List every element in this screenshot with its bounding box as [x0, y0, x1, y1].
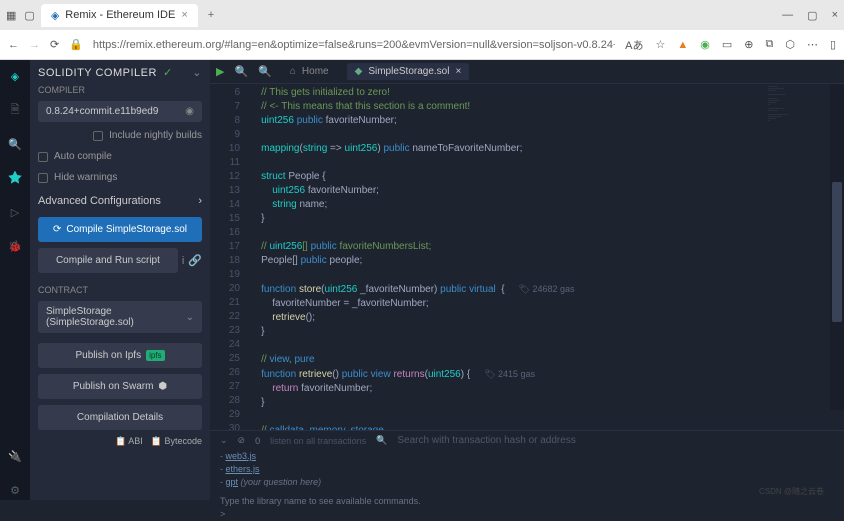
version-value: 0.8.24+commit.e11b9ed9	[46, 106, 158, 117]
browser-tab-strip: ▦ ▢ ◈ Remix - Ethereum IDE × + ― ▢ ×	[0, 0, 844, 30]
hide-warnings-checkbox[interactable]	[38, 173, 48, 183]
forward-icon[interactable]: →	[29, 39, 40, 51]
back-icon[interactable]: ←	[8, 39, 19, 51]
terminal-link[interactable]: gpt	[226, 477, 239, 487]
browser-nav-bar: ← → ⟳ 🔒 https://remix.ethereum.org/#lang…	[0, 30, 844, 60]
compiler-label: COMPILER	[38, 85, 202, 95]
plugin-icon[interactable]: 🔌	[5, 446, 25, 466]
chevron-down-icon: ⌄	[186, 312, 194, 323]
terminal-prompt[interactable]: >	[220, 508, 834, 521]
refresh-icon: ⟳	[53, 224, 61, 235]
hide-warnings-label: Hide warnings	[54, 172, 117, 183]
line-gutter: 6789101112131415161718192021222324252627…	[210, 84, 250, 430]
collections-icon[interactable]: ▢	[24, 9, 34, 22]
maximize-icon[interactable]: ▢	[807, 9, 817, 22]
compiler-icon[interactable]	[5, 168, 25, 188]
file-tab[interactable]: ◆ SimpleStorage.sol ×	[347, 63, 470, 80]
panel-title: SOLIDITY COMPILER ✓ ⌄	[38, 66, 202, 79]
auto-compile-label: Auto compile	[54, 151, 112, 162]
workspaces-icon[interactable]: ▦	[6, 9, 16, 22]
scroll-thumb[interactable]	[832, 182, 842, 322]
browser-tab[interactable]: ◈ Remix - Ethereum IDE ×	[41, 4, 198, 27]
more-icon[interactable]: ⋯	[807, 38, 818, 51]
vertical-icon-bar: ◈ 🗎 🔍 ▷ 🐞 🔌 ⚙	[0, 60, 30, 500]
remix-logo-icon[interactable]: ◈	[5, 66, 25, 86]
terminal-search[interactable]: Search with transaction hash or address	[397, 435, 834, 446]
advanced-config-header[interactable]: Advanced Configurations ›	[38, 191, 202, 211]
close-icon[interactable]: ×	[181, 9, 187, 21]
auto-compile-checkbox[interactable]	[38, 152, 48, 162]
count-badge: 0	[255, 436, 260, 446]
close-icon[interactable]: ×	[455, 66, 461, 77]
minimize-icon[interactable]: ―	[782, 9, 793, 22]
code-content[interactable]: // This gets initialized to zero! // <- …	[250, 84, 844, 430]
tab-favicon: ◈	[51, 9, 59, 22]
info-icon[interactable]: i	[182, 255, 184, 267]
contract-select[interactable]: SimpleStorage (SimpleStorage.sol) ⌄	[38, 301, 202, 333]
extension-icon-2[interactable]: ◉	[700, 38, 710, 51]
solidity-icon: ◆	[355, 66, 363, 77]
minimap[interactable]: ▬▬▬▬▬▬▬▬▬▬▬▬▬▬▬▬▬▬▬▬▬▬▬▬▬▬▬▬▬▬▬▬▬▬▬▬▬▬▬▬…	[768, 86, 828, 206]
watermark: CSDN @随之云卷	[759, 486, 824, 497]
swarm-icon: ⬢	[158, 381, 167, 392]
deploy-icon[interactable]: ▷	[5, 202, 25, 222]
terminal-link[interactable]: ethers.js	[226, 464, 260, 474]
publish-swarm-button[interactable]: Publish on Swarm ⬢	[38, 374, 202, 399]
clear-icon[interactable]: ⊘	[238, 435, 246, 446]
nightly-label: Include nightly builds	[109, 130, 202, 141]
terminal[interactable]: ⌄ ⊘ 0 listen on all transactions 🔍 Searc…	[210, 430, 844, 500]
terminal-link[interactable]: web3.js	[226, 451, 257, 461]
extension-icon[interactable]: ▲	[677, 39, 688, 51]
compiler-panel: SOLIDITY COMPILER ✓ ⌄ COMPILER 0.8.24+co…	[30, 60, 210, 500]
code-editor[interactable]: 6789101112131415161718192021222324252627…	[210, 84, 844, 430]
compile-button[interactable]: ⟳ Compile SimpleStorage.sol	[38, 217, 202, 242]
abi-link[interactable]: 📋 ABI	[115, 436, 143, 447]
search-icon[interactable]: 🔍	[376, 435, 387, 446]
tab-title: Remix - Ethereum IDE	[65, 9, 175, 21]
editor-toolbar: ▶ 🔍 🔍 ⌂ Home ◆ SimpleStorage.sol ×	[210, 60, 844, 84]
chevron-down-icon: ◉	[185, 106, 194, 117]
terminal-toggle-icon[interactable]: ⌄	[220, 435, 228, 446]
check-icon: ✓	[163, 66, 173, 79]
favorite-icon[interactable]: ☆	[655, 38, 665, 51]
collections-icon[interactable]: ⧉	[765, 38, 773, 51]
search-icon[interactable]: 🔍	[5, 134, 25, 154]
play-icon[interactable]: ▶	[216, 65, 224, 78]
scrollbar[interactable]	[830, 84, 844, 410]
compilation-details-button[interactable]: Compilation Details	[38, 405, 202, 430]
zoom-in-icon[interactable]: 🔍	[258, 65, 272, 78]
ipfs-badge: ipfs	[146, 350, 164, 361]
address-bar[interactable]: https://remix.ethereum.org/#lang=en&opti…	[93, 39, 615, 51]
refresh-icon[interactable]: ⟳	[50, 38, 59, 51]
listen-label: listen on all transactions	[270, 436, 366, 446]
compile-run-button[interactable]: Compile and Run script	[38, 248, 178, 273]
close-window-icon[interactable]: ×	[832, 9, 838, 22]
terminal-help: Type the library name to see available c…	[220, 495, 834, 508]
bytecode-link[interactable]: 📋 Bytecode	[151, 436, 202, 447]
home-icon: ⌂	[290, 66, 296, 77]
extension-icon-4[interactable]: ⬡	[785, 38, 795, 51]
nightly-checkbox[interactable]	[93, 131, 103, 141]
favorites-bar-icon[interactable]: ▭	[722, 38, 732, 51]
chevron-right-icon: ›	[198, 195, 202, 207]
publish-ipfs-button[interactable]: Publish on Ipfs ipfs	[38, 343, 202, 368]
new-tab-button[interactable]: +	[208, 9, 214, 21]
debugger-icon[interactable]: 🐞	[5, 236, 25, 256]
contract-label: CONTRACT	[38, 285, 202, 295]
zoom-out-icon[interactable]: 🔍	[234, 65, 248, 78]
editor-area: ▶ 🔍 🔍 ⌂ Home ◆ SimpleStorage.sol × 67891…	[210, 60, 844, 500]
link-icon[interactable]: 🔗	[188, 254, 202, 267]
browser-profile-icons: ▦ ▢	[6, 9, 35, 22]
compiler-version-select[interactable]: 0.8.24+commit.e11b9ed9 ◉	[38, 101, 202, 122]
settings-icon[interactable]: ⚙	[5, 480, 25, 500]
translate-icon[interactable]: Aあ	[625, 37, 643, 53]
lock-icon: 🔒	[69, 38, 83, 51]
chevron-down-icon[interactable]: ⌄	[192, 66, 202, 79]
file-explorer-icon[interactable]: 🗎	[5, 100, 25, 120]
extension-icon-3[interactable]: ⊕	[744, 38, 753, 51]
home-tab[interactable]: ⌂ Home	[282, 63, 337, 80]
sidebar-icon[interactable]: ▯	[830, 38, 836, 51]
